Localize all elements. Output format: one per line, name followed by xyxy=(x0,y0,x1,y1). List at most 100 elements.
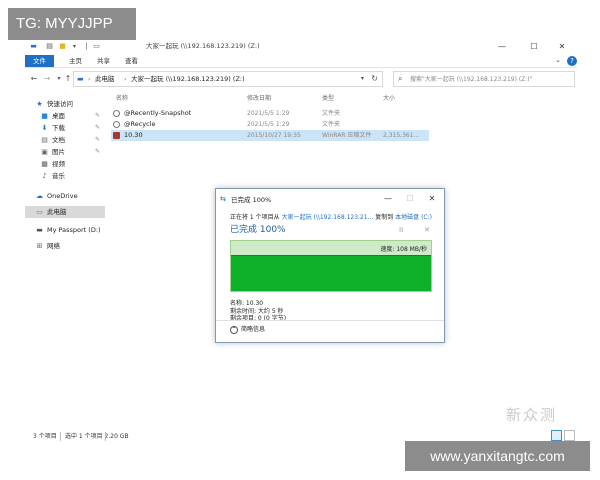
title-bar: ▬ ▤ ■ ▾ | ▭ 大家一起玩 (\\192.168.123.219) (Z… xyxy=(25,38,577,55)
transfer-speed-graph: 速度: 108 MB/秒 xyxy=(230,240,432,292)
column-date[interactable]: 修改日期 xyxy=(247,93,271,105)
nav-onedrive[interactable]: ☁ OneDrive xyxy=(25,190,105,202)
file-name: @Recently-Snapshot xyxy=(124,109,192,117)
maximize-button[interactable]: ☐ xyxy=(519,40,549,53)
watermark: 新众测 xyxy=(506,406,558,424)
location-computer-icon: ▬ xyxy=(77,75,84,83)
back-arrow-icon[interactable]: ← xyxy=(29,73,39,85)
details-view-button[interactable] xyxy=(551,430,562,441)
source-link[interactable]: 大家一起玩 (\\192.168.123.21... xyxy=(282,214,374,221)
nav-label: 网络 xyxy=(47,242,60,250)
dialog-maximize-button: ☐ xyxy=(406,194,414,203)
separator-icon: | xyxy=(85,42,88,50)
file-name: 10.30 xyxy=(124,131,143,139)
forward-arrow-icon[interactable]: → xyxy=(42,73,52,85)
up-arrow-icon[interactable]: ↑ xyxy=(63,73,73,85)
nav-downloads[interactable]: ⬇ 下载 ✎ xyxy=(25,122,105,134)
pause-icon[interactable]: II xyxy=(399,226,403,234)
selection-info: 选中 1 个项目 2.20 GB xyxy=(65,433,129,440)
copy-description: 正在将 1 个项目从 大家一起玩 (\\192.168.123.21... 复制… xyxy=(230,213,432,222)
computer-icon: ▬ xyxy=(30,42,37,50)
tab-home[interactable]: 主页 xyxy=(61,55,90,67)
pin-icon[interactable]: ✎ xyxy=(95,134,100,146)
nav-pictures[interactable]: ▣ 图片 ✎ xyxy=(25,146,105,158)
pin-icon[interactable]: ✎ xyxy=(95,122,100,134)
window-title: 大家一起玩 (\\192.168.123.219) (Z:) xyxy=(146,42,260,50)
nav-this-pc[interactable]: ▭ 此电脑 xyxy=(25,206,105,218)
help-icon[interactable]: ? xyxy=(567,56,577,66)
document-icon: ▤ xyxy=(41,136,48,144)
nav-my-passport[interactable]: ▬ My Passport (D:) xyxy=(25,224,105,236)
nav-videos[interactable]: ▦ 视频 xyxy=(25,158,105,170)
download-icon: ⬇ xyxy=(41,124,48,132)
tab-view[interactable]: 查看 xyxy=(117,55,146,67)
cancel-icon[interactable]: ✕ xyxy=(424,226,430,234)
copy-middle-text: 复制到 xyxy=(375,214,394,221)
search-icon: ⌕ xyxy=(398,74,403,83)
file-size: 2,315,361... xyxy=(383,132,420,139)
pin-icon[interactable]: ✎ xyxy=(95,146,100,158)
transfer-fill xyxy=(231,255,431,291)
music-icon: ♪ xyxy=(42,172,47,180)
search-input[interactable] xyxy=(410,74,572,85)
address-bar[interactable]: ▬ › 此电脑 › 大家一起玩 (\\192.168.123.219) (Z:)… xyxy=(73,71,383,87)
nav-label: 文档 xyxy=(52,136,65,144)
item-count: 3 个项目 xyxy=(33,433,57,440)
info-name: 名称: 10.30 xyxy=(230,300,264,307)
info-items-remaining: 剩余项目: 0 (0 字节) xyxy=(230,315,287,322)
picture-icon: ▣ xyxy=(41,148,48,156)
file-date: 2015/10/27 19:35 xyxy=(247,132,301,139)
ribbon-expand-icon[interactable]: ⌄ xyxy=(555,56,561,64)
address-dropdown-icon[interactable]: ▾ xyxy=(361,75,364,82)
pin-icon[interactable]: ✎ xyxy=(95,110,100,122)
file-list: 名称 修改日期 类型 大小 @Recently-Snapshot 2021/5/… xyxy=(111,93,577,153)
dialog-minimize-button[interactable]: — xyxy=(378,193,398,205)
dialog-divider xyxy=(216,320,444,321)
nav-quick-access[interactable]: ★ 快速访问 xyxy=(25,98,105,110)
chevron-down-icon[interactable]: ▾ xyxy=(70,42,79,51)
refresh-icon[interactable]: ↻ xyxy=(371,74,378,83)
nav-documents[interactable]: ▤ 文档 ✎ xyxy=(25,134,105,146)
less-info-button[interactable]: ⌃ 简略信息 xyxy=(230,325,265,335)
nav-desktop[interactable]: ■ 桌面 ✎ xyxy=(25,110,105,122)
chevron-up-icon: ⌃ xyxy=(230,325,238,334)
tg-badge: TG: MYYJJPP xyxy=(8,8,136,40)
new-folder-icon[interactable]: ■ xyxy=(58,42,67,51)
desktop-icon: ■ xyxy=(41,112,48,120)
drive-icon: ▬ xyxy=(36,226,43,234)
breadcrumb-chevron-icon[interactable]: › xyxy=(88,75,90,84)
breadcrumb-this-pc[interactable]: 此电脑 xyxy=(95,75,115,84)
file-row[interactable]: @Recycle 2021/5/5 1:29 文件夹 xyxy=(111,119,429,130)
cloud-icon: ☁ xyxy=(36,192,43,200)
column-name[interactable]: 名称 xyxy=(116,93,128,105)
file-row[interactable]: @Recently-Snapshot 2021/5/5 1:29 文件夹 xyxy=(111,108,429,119)
breadcrumb-chevron-icon[interactable]: › xyxy=(124,75,126,84)
file-type: 文件夹 xyxy=(322,110,341,117)
breadcrumb-drive[interactable]: 大家一起玩 (\\192.168.123.219) (Z:) xyxy=(131,75,245,84)
search-box[interactable]: ⌕ xyxy=(393,71,575,87)
file-date: 2021/5/5 1:29 xyxy=(247,121,290,128)
video-icon: ▦ xyxy=(41,160,48,168)
computer-icon: ▭ xyxy=(36,208,43,216)
tab-share[interactable]: 共享 xyxy=(89,55,118,67)
copy-prefix-text: 正在将 1 个项目从 xyxy=(230,214,280,221)
rar-archive-icon xyxy=(113,132,120,139)
nav-label: 视频 xyxy=(52,160,65,168)
destination-link[interactable]: 本地磁盘 (C:) xyxy=(395,214,432,221)
close-button[interactable]: ✕ xyxy=(547,40,577,53)
star-icon: ★ xyxy=(36,100,43,108)
file-row[interactable]: 10.30 2015/10/27 19:35 WinRAR 压缩文件 2,315… xyxy=(111,130,429,141)
column-size[interactable]: 大小 xyxy=(383,93,395,105)
navigation-pane: ★ 快速访问 ■ 桌面 ✎ ⬇ 下载 ✎ ▤ 文档 ✎ ▣ 图片 ✎ ▦ 视频 … xyxy=(25,96,105,416)
large-icons-view-button[interactable] xyxy=(564,430,575,441)
dialog-close-button[interactable]: ✕ xyxy=(422,193,442,205)
nav-network[interactable]: ⊞ 网络 xyxy=(25,240,105,252)
minimize-button[interactable]: — xyxy=(487,40,517,53)
status-divider xyxy=(105,432,106,441)
snapshot-folder-icon xyxy=(113,110,120,117)
nav-music[interactable]: ♪ 音乐 xyxy=(25,170,105,182)
column-type[interactable]: 类型 xyxy=(322,93,334,105)
recycle-folder-icon xyxy=(113,121,120,128)
properties-icon[interactable]: ▤ xyxy=(45,42,54,51)
tab-file[interactable]: 文件 xyxy=(25,55,54,67)
